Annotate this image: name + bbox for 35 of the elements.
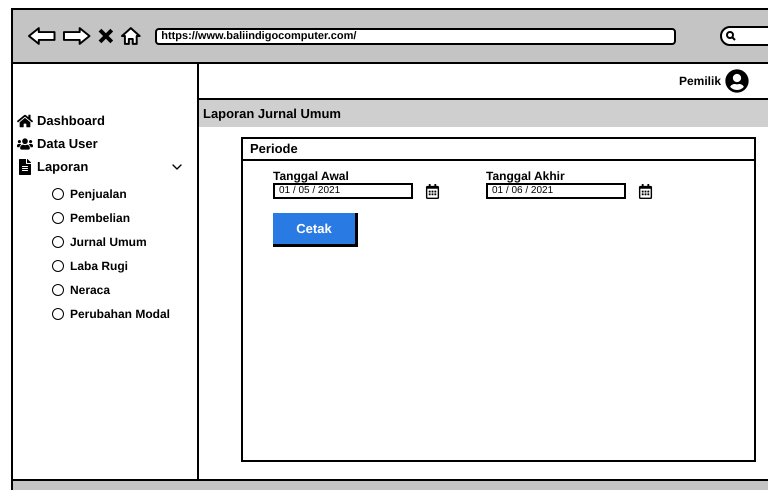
sidebar-item[interactable]: Dashboard	[37, 110, 105, 130]
submenu-item[interactable]: Pembelian	[70, 209, 130, 227]
close-icon[interactable]	[98, 28, 114, 44]
radio-button[interactable]	[52, 212, 64, 224]
radio-button[interactable]	[52, 308, 64, 320]
radio-button[interactable]	[52, 284, 64, 296]
search-icon	[726, 31, 736, 41]
page-title: Laporan Jurnal Umum	[203, 104, 341, 123]
panel-title: Periode	[250, 140, 298, 158]
calendar-icon[interactable]	[638, 184, 653, 198]
back-arrow-icon[interactable]	[27, 26, 56, 46]
field-label: Tanggal Akhir	[486, 169, 566, 183]
field-label: Tanggal Awal	[273, 169, 350, 183]
forward-arrow-icon[interactable]	[62, 26, 92, 46]
submenu-item[interactable]: Neraca	[70, 281, 110, 299]
submenu-item[interactable]: Laba Rugi	[70, 257, 128, 275]
home-icon[interactable]	[120, 26, 142, 46]
date-field[interactable]: 01 / 05 / 2021	[273, 183, 413, 199]
date-field[interactable]: 01 / 06 / 2021	[486, 183, 626, 199]
user-avatar-icon[interactable]	[725, 69, 749, 93]
submenu-item[interactable]: Penjualan	[70, 185, 127, 203]
submenu-item[interactable]: Perubahan Modal	[70, 305, 170, 323]
sidebar-item[interactable]: Data User	[37, 134, 98, 154]
address-bar[interactable]: https://www.baliindigocomputer.com/	[155, 28, 676, 44]
radio-button[interactable]	[52, 188, 64, 200]
submenu-item[interactable]: Jurnal Umum	[70, 233, 147, 251]
print-button[interactable]: Cetak	[273, 213, 358, 247]
document-icon	[17, 158, 33, 174]
radio-button[interactable]	[52, 236, 64, 248]
user-name: Pemilik	[678, 73, 721, 90]
calendar-icon[interactable]	[425, 184, 440, 198]
sidebar-item[interactable]: Laporan	[37, 156, 88, 176]
users-icon	[17, 136, 33, 152]
home-icon	[17, 112, 33, 128]
radio-button[interactable]	[52, 260, 64, 272]
